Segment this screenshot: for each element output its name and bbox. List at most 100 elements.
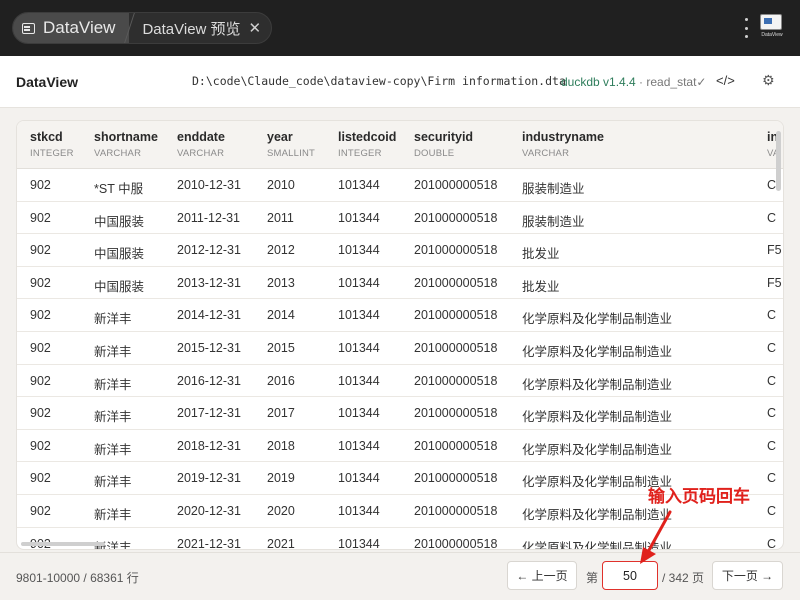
cell-listedcoid: 101344	[338, 438, 380, 453]
column-header-industryname[interactable]: industryname VARCHAR	[522, 130, 604, 159]
cell-year: 2016	[267, 373, 295, 388]
cell-listedcoid: 101344	[338, 471, 380, 486]
horizontal-scrollbar[interactable]	[21, 542, 105, 546]
cell-stkcd: 902	[30, 471, 51, 486]
cell-enddate: 2014-12-31	[177, 308, 241, 323]
cell-in: F5	[767, 275, 782, 290]
cell-year: 2011	[267, 210, 294, 225]
gear-icon[interactable]: ⚙	[762, 72, 775, 89]
row-range: 9801-10000 / 68361 行	[16, 571, 139, 585]
cell-securityid: 201000000518	[414, 471, 498, 486]
cell-enddate: 2011-12-31	[177, 210, 241, 225]
code-view-button[interactable]: </>	[716, 73, 735, 88]
column-name: enddate	[177, 130, 225, 144]
column-header-securityid[interactable]: securityid DOUBLE	[414, 130, 473, 159]
cell-shortname: 新洋丰	[94, 377, 132, 392]
prev-page-button[interactable]: ← 上一页	[507, 561, 577, 590]
cell-listedcoid: 101344	[338, 275, 380, 290]
column-type: VARCHAR	[522, 148, 570, 159]
column-header-enddate[interactable]: enddate VARCHAR	[177, 130, 225, 159]
cell-industryname: 化学原料及化学制品制造业	[522, 410, 673, 425]
tab-dataview-preview[interactable]: DataView 预览 ✕	[130, 13, 271, 43]
cell-year: 2015	[267, 341, 295, 355]
cell-enddate: 2017-12-31	[177, 406, 241, 421]
column-name: year	[267, 130, 293, 144]
cell-shortname: 新洋丰	[94, 508, 132, 522]
cell-listedcoid: 101344	[338, 243, 380, 258]
cell-stkcd: 902	[30, 178, 51, 192]
cell-securityid: 201000000518	[414, 536, 498, 550]
page-title: DataView	[16, 74, 78, 90]
close-icon[interactable]: ✕	[249, 19, 262, 37]
cell-enddate: 2016-12-31	[177, 373, 241, 388]
table-row[interactable]: 902 *ST 中服 2010-12-31 2010 101344 20100000051…	[17, 169, 783, 202]
cell-in: C	[767, 471, 777, 486]
cell-listedcoid: 101344	[338, 406, 380, 421]
column-type: INTEGER	[30, 148, 74, 159]
cell-enddate: 2019-12-31	[177, 471, 241, 486]
column-type: VARCHAR	[94, 148, 142, 159]
table-row[interactable]: 902 新洋丰 2018-12-31 2018 101344 201000000518 化学…	[17, 430, 783, 463]
cell-enddate: 2012-12-31	[177, 243, 241, 258]
table-row[interactable]: 902 新洋丰 2015-12-31 2015 101344 201000000518 化学…	[17, 332, 783, 365]
title-bar: DataView DataView 预览 ✕ DataView	[0, 0, 800, 56]
table-row[interactable]: 902 中国服装 2012-12-31 2012 101344 201000000518 批…	[17, 234, 783, 267]
cell-industryname: 化学原料及化学制品制造业	[522, 442, 673, 457]
engine-status: duckdb v1.4.4 · read_stat✓	[561, 75, 706, 89]
table-row[interactable]: 902 新洋丰 2016-12-31 2016 101344 201000000518 化学…	[17, 365, 783, 398]
cell-securityid: 201000000518	[414, 373, 498, 388]
cell-industryname: 批发业	[522, 247, 560, 262]
next-page-button[interactable]: 下一页 →	[712, 561, 783, 590]
cell-year: 2010	[267, 178, 295, 192]
cell-year: 2014	[267, 308, 295, 323]
cell-enddate: 2013-12-31	[177, 275, 241, 290]
column-header-listedcoid[interactable]: listedcoid INTEGER	[338, 130, 396, 159]
cell-shortname: 新洋丰	[94, 345, 132, 359]
cell-securityid: 201000000518	[414, 178, 498, 192]
tab-label: DataView 预览	[142, 20, 241, 38]
engine-version: duckdb v1.4.4	[561, 75, 636, 89]
cell-stkcd: 902	[30, 406, 51, 421]
table-row[interactable]: 902 新洋丰 2017-12-31 2017 101344 201000000518 化学…	[17, 397, 783, 430]
column-type: DOUBLE	[414, 148, 455, 159]
cell-stkcd: 902	[30, 275, 51, 290]
cell-securityid: 201000000518	[414, 341, 498, 355]
table-row[interactable]: 902 新洋丰 2014-12-31 2014 101344 201000000518 化学…	[17, 299, 783, 332]
cell-in: C	[767, 406, 777, 421]
table-header: stkcd INTEGER shortname VARCHAR enddate VARCH…	[17, 121, 783, 169]
cell-year: 2019	[267, 471, 295, 486]
cell-listedcoid: 101344	[338, 536, 380, 550]
table-row[interactable]: 902 中国服装 2011-12-31 2011 101344 201000000518 服…	[17, 202, 783, 235]
column-type: VARCHAR	[177, 148, 225, 159]
vertical-scrollbar[interactable]	[776, 131, 781, 191]
cell-year: 2020	[267, 504, 295, 518]
cell-year: 2021	[267, 536, 295, 550]
column-header-stkcd[interactable]: stkcd INTEGER	[30, 130, 74, 159]
column-name: industryname	[522, 130, 604, 144]
annotation-arrow-icon	[640, 510, 672, 564]
table-row[interactable]: 902 中国服装 2013-12-31 2013 101344 201000000518 批…	[17, 267, 783, 300]
cell-industryname: 化学原料及化学制品制造业	[522, 377, 673, 392]
cell-year: 2018	[267, 438, 295, 453]
more-menu-icon[interactable]	[742, 16, 750, 40]
cell-enddate: 2018-12-31	[177, 438, 241, 453]
column-name: securityid	[414, 130, 474, 144]
tab-dataview[interactable]: DataView	[13, 13, 130, 43]
column-name: shortname	[94, 130, 158, 144]
cell-listedcoid: 101344	[338, 504, 380, 518]
cell-shortname: *ST 中服	[94, 182, 144, 196]
cell-listedcoid: 101344	[338, 308, 380, 323]
cell-listedcoid: 101344	[338, 210, 380, 225]
cell-industryname: 化学原料及化学制品制造业	[522, 312, 673, 327]
cell-industryname: 批发业	[522, 279, 560, 294]
cell-enddate: 2015-12-31	[177, 341, 241, 355]
cell-year: 2017	[267, 406, 295, 421]
cell-stkcd: 902	[30, 438, 51, 453]
column-header-year[interactable]: year SMALLINT	[267, 130, 315, 159]
column-header-shortname[interactable]: shortname VARCHAR	[94, 130, 158, 159]
page-prefix: 第	[586, 571, 599, 585]
cell-in: C	[767, 341, 777, 355]
cell-shortname: 新洋丰	[94, 475, 132, 490]
cell-listedcoid: 101344	[338, 178, 380, 192]
app-header: DataView D:\code\Claude_code\dataview-co…	[0, 56, 800, 108]
